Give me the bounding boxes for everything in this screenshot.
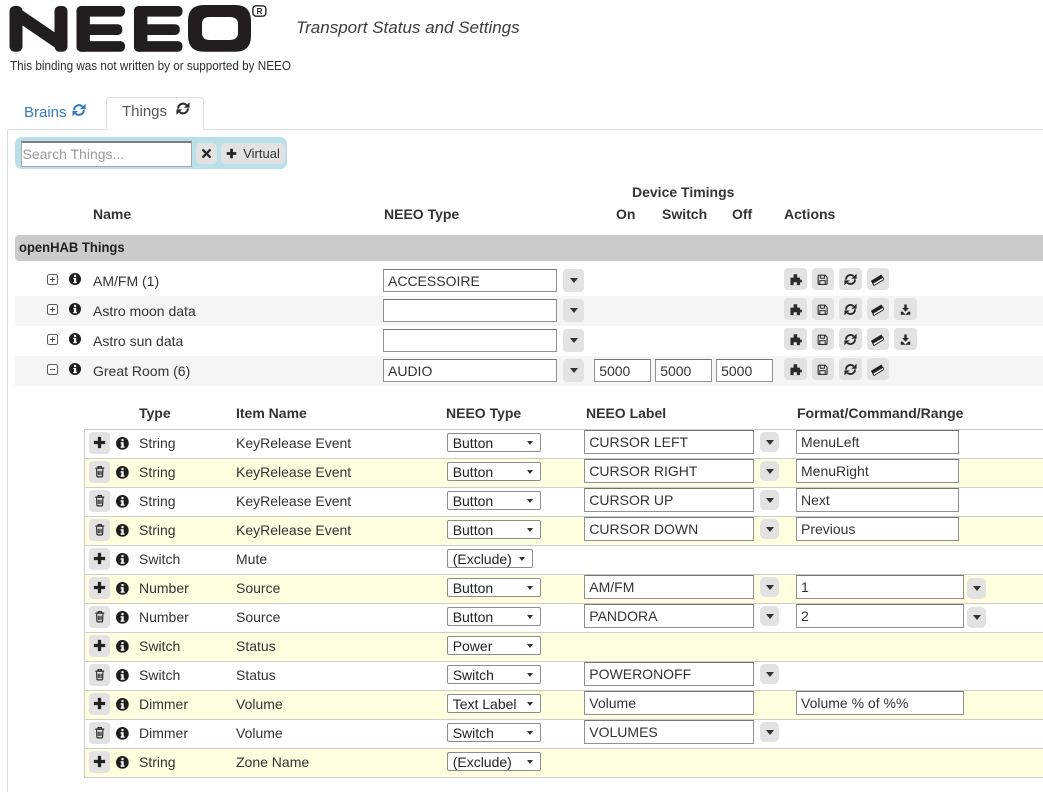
svg-text:R: R xyxy=(256,7,262,16)
